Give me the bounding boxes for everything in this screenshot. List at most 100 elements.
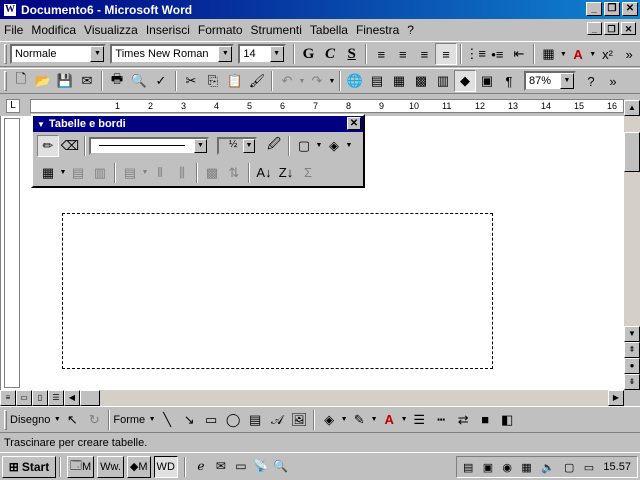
tables-borders-icon[interactable]: ▤ bbox=[366, 70, 388, 92]
previous-page-button[interactable]: ⇞ bbox=[624, 342, 640, 358]
clip-art-icon[interactable]: 🖼 bbox=[288, 409, 310, 431]
chevron-down-icon[interactable]: ▼ bbox=[298, 78, 306, 85]
open-folder-icon[interactable]: 📂 bbox=[32, 70, 54, 92]
chevron-down-icon[interactable]: ▼ bbox=[345, 142, 353, 149]
chevron-down-icon[interactable]: ▼ bbox=[194, 138, 207, 153]
numbering-icon[interactable]: ⋮≡ bbox=[465, 43, 487, 65]
dash-style-icon[interactable]: ┅ bbox=[430, 409, 452, 431]
menu-formato[interactable]: Formato bbox=[194, 23, 247, 37]
scroll-up-button[interactable]: ▲ bbox=[624, 100, 640, 116]
wordart-icon[interactable]: 𝒜 bbox=[266, 409, 288, 431]
drawing-icon[interactable]: ◆ bbox=[454, 70, 476, 92]
scroll-left-button[interactable]: ◀ bbox=[64, 390, 80, 406]
cut-icon[interactable]: ✂ bbox=[180, 70, 202, 92]
menu-modifica[interactable]: Modifica bbox=[27, 23, 80, 37]
eraser-icon[interactable]: ⌫ bbox=[59, 135, 81, 157]
tables-toolbar-titlebar[interactable]: ▼ Tabelle e bordi ✕ bbox=[33, 116, 363, 132]
bullets-icon[interactable]: •≡ bbox=[487, 43, 509, 65]
style-select[interactable]: Normale ▼ bbox=[9, 44, 107, 64]
minimize-button[interactable]: _ bbox=[586, 2, 602, 16]
chevron-down-icon[interactable]: ▼ bbox=[400, 416, 408, 423]
toolbar-grip[interactable] bbox=[4, 44, 7, 64]
select-objects-icon[interactable]: ↖ bbox=[61, 409, 83, 431]
underline-button[interactable]: S bbox=[341, 43, 363, 65]
chevron-down-icon[interactable]: ▼ bbox=[315, 142, 323, 149]
ruler-bar[interactable]: 1 2 3 4 5 6 7 8 9 10 11 12 13 14 15 16 bbox=[30, 99, 624, 113]
chevron-down-icon[interactable]: ▼ bbox=[141, 169, 149, 176]
insert-table-icon[interactable]: ▦ bbox=[388, 70, 410, 92]
insert-table-icon[interactable]: ▦ bbox=[37, 162, 59, 184]
zoom-select[interactable]: 87% ▼ bbox=[524, 71, 576, 91]
clock[interactable]: 15.57 bbox=[603, 461, 631, 473]
chevron-down-icon[interactable]: ▼ bbox=[218, 46, 233, 62]
channels-icon[interactable]: 📡 bbox=[253, 459, 269, 475]
web-view-button[interactable]: ▭ bbox=[16, 390, 32, 406]
redo-icon[interactable]: ↷ bbox=[306, 70, 328, 92]
menu-help[interactable]: ? bbox=[403, 23, 418, 37]
toolbar-menu-icon[interactable]: ▼ bbox=[37, 120, 45, 129]
spelling-icon[interactable]: ✓ bbox=[150, 70, 172, 92]
text-box-icon[interactable]: ▤ bbox=[244, 409, 266, 431]
sort-descending-icon[interactable]: Z↓ bbox=[275, 162, 297, 184]
line-style-icon[interactable]: ☰ bbox=[408, 409, 430, 431]
restore-button[interactable]: ❐ bbox=[604, 2, 620, 16]
font-size-select[interactable]: 14 ▼ bbox=[238, 44, 286, 64]
italic-button[interactable]: C bbox=[319, 43, 341, 65]
start-button[interactable]: ⊞ Start bbox=[2, 455, 56, 478]
autosum-icon[interactable]: Σ bbox=[297, 162, 319, 184]
table-autoformat-icon[interactable]: ▩ bbox=[201, 162, 223, 184]
chevron-down-icon[interactable]: ▼ bbox=[589, 51, 597, 58]
distribute-columns-icon[interactable]: ⫼ bbox=[171, 162, 193, 184]
tray-icon[interactable]: ▦ bbox=[521, 461, 531, 474]
menu-strumenti[interactable]: Strumenti bbox=[247, 23, 306, 37]
chevron-down-icon[interactable]: ▼ bbox=[269, 46, 284, 62]
tray-icon[interactable]: ▭ bbox=[584, 461, 594, 474]
chevron-down-icon[interactable]: ▼ bbox=[90, 46, 105, 62]
font-select[interactable]: Times New Roman ▼ bbox=[110, 44, 235, 64]
doc-close-button[interactable]: ✕ bbox=[621, 22, 636, 35]
chevron-down-icon[interactable]: ▼ bbox=[559, 51, 567, 58]
line-weight-select[interactable]: ½ ▼ bbox=[217, 136, 257, 155]
outline-view-button[interactable]: ☰ bbox=[48, 390, 64, 406]
align-left-icon[interactable]: ≡ bbox=[370, 43, 392, 65]
menu-inserisci[interactable]: Inserisci bbox=[142, 23, 194, 37]
word-app-icon[interactable]: W bbox=[3, 2, 17, 17]
draw-table-pencil-icon[interactable]: ✏ bbox=[37, 134, 59, 157]
more-buttons-icon[interactable]: » bbox=[602, 70, 624, 92]
copy-icon[interactable]: ⎘ bbox=[202, 70, 224, 92]
save-icon[interactable]: 💾 bbox=[54, 70, 76, 92]
align-right-icon[interactable]: ≡ bbox=[414, 43, 436, 65]
chevron-down-icon[interactable]: ▼ bbox=[59, 169, 67, 176]
shading-color-icon[interactable]: ◈ bbox=[323, 135, 345, 157]
print-preview-icon[interactable]: 🔍 bbox=[128, 70, 150, 92]
menu-file[interactable]: File bbox=[0, 23, 27, 37]
tray-icon[interactable]: ▣ bbox=[483, 461, 493, 474]
fill-color-icon[interactable]: ◈ bbox=[318, 409, 340, 431]
vertical-scrollbar[interactable]: ▲ ▼ ⇞ ● ⇟ bbox=[624, 100, 640, 390]
horizontal-scrollbar[interactable]: ≡ ▭ ▯ ☰ ◀ ▶ bbox=[0, 390, 624, 406]
decrease-indent-icon[interactable]: ⇤ bbox=[508, 43, 530, 65]
next-page-button[interactable]: ⇟ bbox=[624, 374, 640, 390]
toolbar-grip[interactable] bbox=[4, 71, 7, 91]
menu-tabella[interactable]: Tabella bbox=[306, 23, 352, 37]
hyperlink-icon[interactable]: 🌐 bbox=[344, 70, 366, 92]
insert-excel-icon[interactable]: ▩ bbox=[410, 70, 432, 92]
internet-explorer-icon[interactable]: ℯ bbox=[193, 459, 209, 475]
tray-icon[interactable]: ◉ bbox=[502, 461, 512, 474]
align-center-icon[interactable]: ≡ bbox=[392, 43, 414, 65]
show-hide-icon[interactable]: ¶ bbox=[498, 70, 520, 92]
distribute-rows-icon[interactable]: ⫴ bbox=[149, 162, 171, 184]
scroll-thumb[interactable] bbox=[80, 390, 100, 406]
font-color-icon[interactable]: A bbox=[378, 409, 400, 431]
tray-icon[interactable]: ▢ bbox=[564, 461, 574, 474]
chevron-down-icon[interactable]: ▼ bbox=[560, 73, 574, 89]
doc-minimize-button[interactable]: _ bbox=[587, 22, 602, 35]
shadow-icon[interactable]: ■ bbox=[474, 409, 496, 431]
explorer-icon[interactable]: 🔍 bbox=[273, 459, 289, 475]
outside-border-icon[interactable]: ▢ bbox=[293, 135, 315, 157]
table-draw-outline[interactable] bbox=[62, 213, 493, 369]
print-icon[interactable]: 🖶 bbox=[106, 70, 128, 92]
split-cells-icon[interactable]: ▥ bbox=[89, 162, 111, 184]
vertical-ruler[interactable] bbox=[4, 118, 20, 388]
browse-object-button[interactable]: ● bbox=[624, 358, 640, 374]
